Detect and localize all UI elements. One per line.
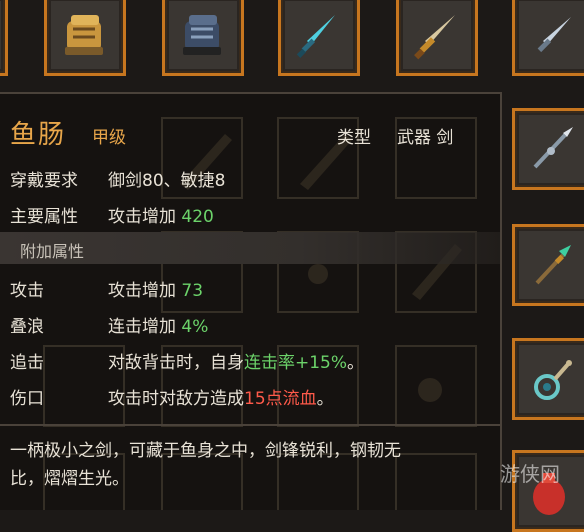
- inventory-slot[interactable]: [396, 0, 478, 76]
- item-description: 一柄极小之剑，可藏于鱼身之中，剑锋锐利，钢韧无比，熠熠生光。: [10, 441, 401, 489]
- watermark: 游侠网: [500, 462, 560, 486]
- inventory-slot[interactable]: [44, 0, 126, 76]
- requirement-value: 御剑80、敏捷8: [108, 171, 226, 191]
- extra-attr-highlight: 4%: [181, 317, 209, 337]
- item-type-value: 武器 剑: [397, 128, 454, 148]
- extra-attr-title: 附加属性: [20, 242, 85, 261]
- item-name: 鱼肠: [10, 120, 67, 150]
- sword-cyan-icon: [296, 15, 335, 58]
- extra-attr-prefix: 连击增加: [108, 317, 182, 337]
- extra-attr-value: 对敌背击时，自身连击率+15%。: [108, 348, 364, 373]
- gauntlet-gold-icon: [65, 15, 103, 55]
- main-attr-number: 420: [181, 207, 214, 227]
- main-attr-value: 攻击增加 420: [108, 202, 214, 227]
- spear-silver-icon: [533, 127, 573, 169]
- inventory-slot[interactable]: [162, 0, 244, 76]
- spear-jade-icon: [535, 245, 571, 285]
- extra-attr-value: 连击增加 4%: [108, 312, 208, 337]
- extra-attr-label: 叠浪: [10, 317, 44, 337]
- sword-gold-icon: [414, 15, 455, 60]
- amulet-teal-icon: [534, 360, 572, 400]
- extra-attr-label: 追击: [10, 353, 44, 373]
- extra-attr-highlight: 73: [181, 281, 204, 301]
- tooltip-divider: [0, 424, 500, 426]
- inventory-slot[interactable]: [512, 0, 584, 76]
- inventory-slot[interactable]: [512, 338, 584, 420]
- sword-silver-icon: [537, 17, 571, 53]
- extra-attr-label: 伤口: [10, 389, 44, 409]
- extra-attr-suffix: 。: [347, 353, 365, 373]
- inventory-slot[interactable]: [512, 224, 584, 306]
- extra-attr-prefix: 攻击增加: [108, 281, 182, 301]
- extra-attr-suffix: 。: [316, 389, 334, 409]
- requirement-label: 穿戴要求: [10, 171, 78, 191]
- item-tooltip: 鱼肠 甲级 类型 武器 剑 穿戴要求 御剑80、敏捷8 主要属性 攻击增加 42…: [0, 92, 502, 515]
- inventory-slot[interactable]: [278, 0, 360, 76]
- extra-attr-label: 攻击: [10, 281, 44, 301]
- extra-attr-value: 攻击时对敌方造成15点流血。: [108, 384, 334, 409]
- extra-attr-value: 攻击增加 73: [108, 276, 203, 301]
- inventory-slot[interactable]: [512, 108, 584, 190]
- extra-attr-highlight: 连击率+15%: [244, 353, 348, 373]
- main-attr-label: 主要属性: [10, 207, 78, 227]
- extra-attr-prefix: 对敌背击时，自身: [108, 353, 244, 373]
- main-attr-prefix: 攻击增加: [108, 207, 182, 227]
- item-grade: 甲级: [92, 128, 126, 148]
- item-type-label: 类型: [337, 128, 371, 148]
- extra-attr-prefix: 攻击时对敌方造成: [108, 389, 244, 409]
- extra-attr-highlight: 15点流血: [244, 389, 317, 409]
- gauntlet-dark-icon: [183, 15, 221, 55]
- inventory-slot[interactable]: [0, 0, 8, 76]
